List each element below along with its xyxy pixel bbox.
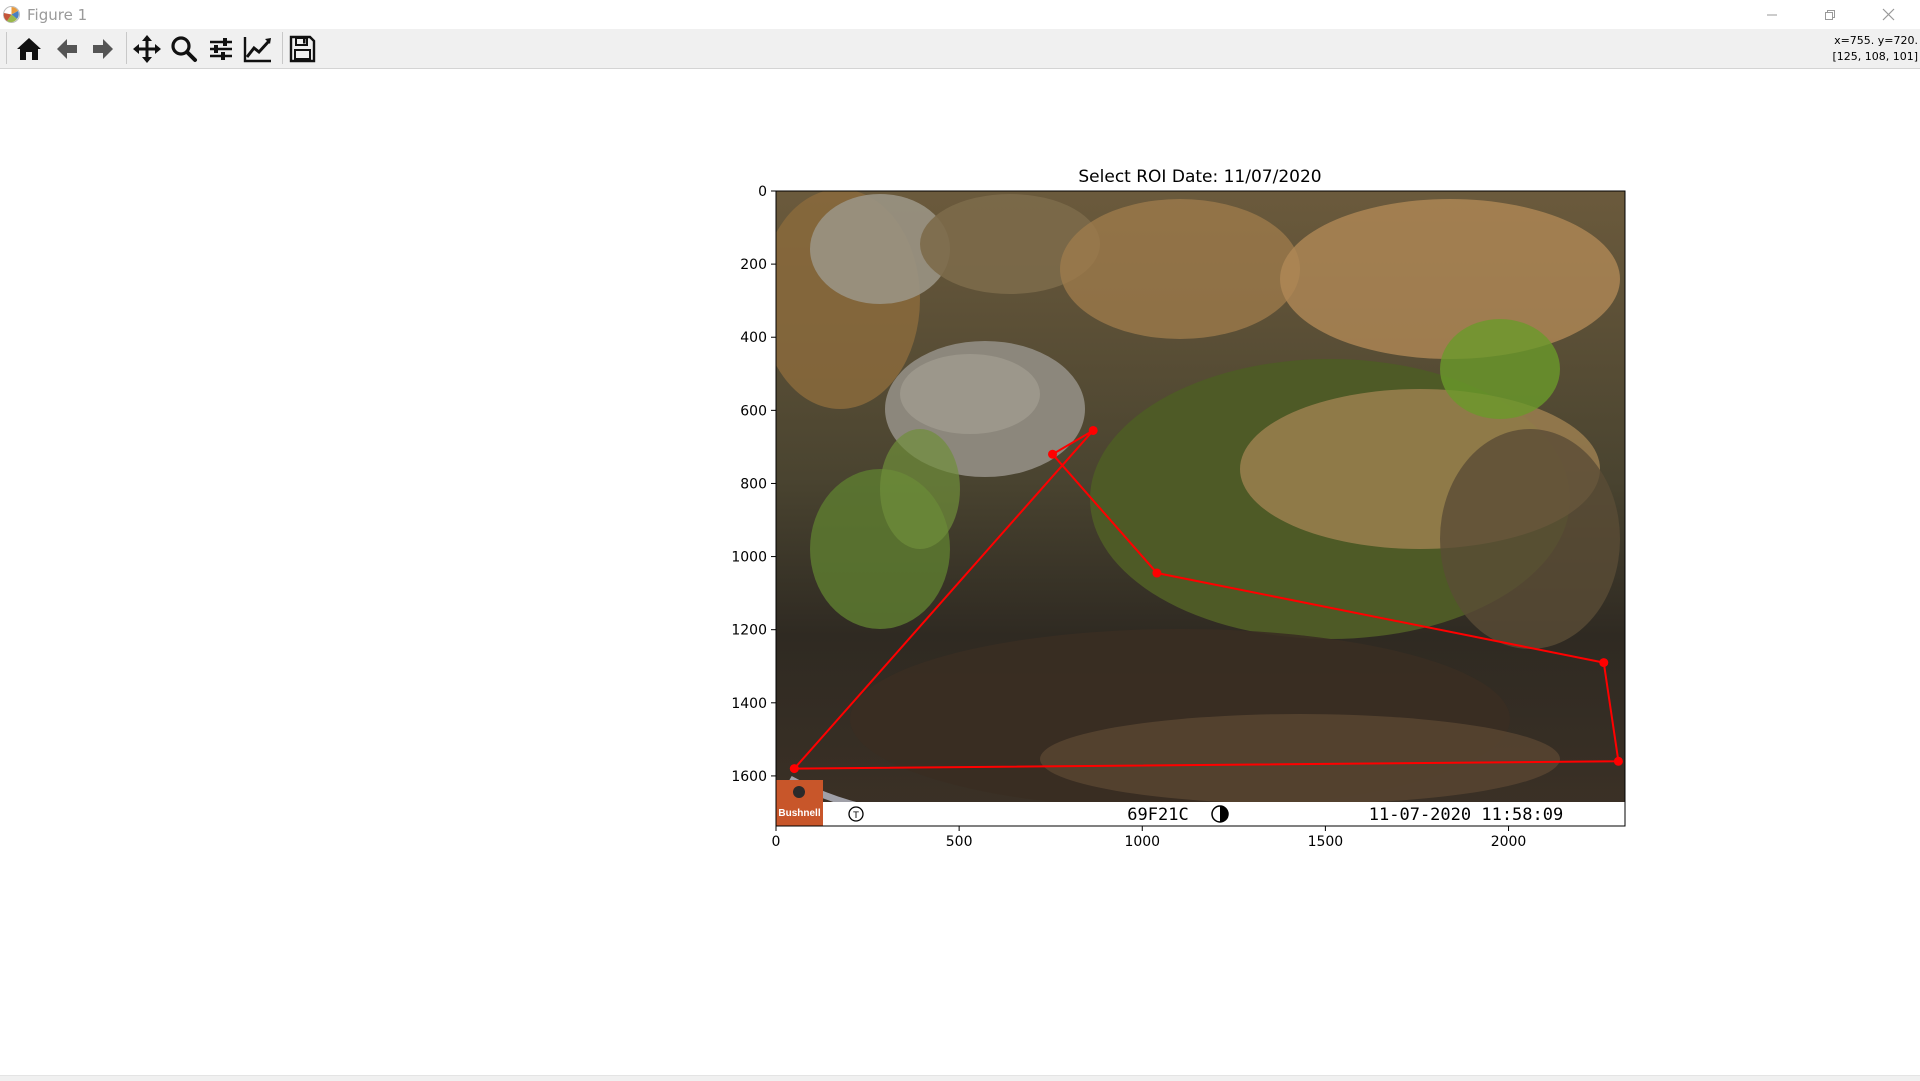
y-tick-label: 800 xyxy=(740,476,767,492)
cursor-position: x=755. y=720. xyxy=(1834,34,1918,47)
plot-area[interactable]: Select ROI Date: 11/07/2020 Bushnell T 6… xyxy=(0,69,1920,1075)
x-tick-label: 1500 xyxy=(1308,834,1344,850)
floppy-disk-icon xyxy=(289,35,316,62)
x-tick-label: 0 xyxy=(772,834,781,850)
pan-button[interactable] xyxy=(131,33,163,64)
plot-title: Select ROI Date: 11/07/2020 xyxy=(1078,167,1321,187)
move-icon xyxy=(133,34,161,63)
cursor-coordinates-readout: x=755. y=720. [125, 108, 101] xyxy=(1832,33,1918,65)
minimize-button[interactable] xyxy=(1743,0,1801,29)
edit-axes-button[interactable] xyxy=(242,33,274,64)
close-button[interactable] xyxy=(1859,0,1917,29)
y-axis: 0 200 400 600 800 1000 1200 1400 1600 xyxy=(731,184,776,785)
subplots-button[interactable] xyxy=(205,33,237,64)
y-tick-label: 0 xyxy=(758,184,767,200)
title-bar: Figure 1 xyxy=(0,0,1920,29)
toolbar-grip xyxy=(6,32,7,64)
navigation-toolbar: x=755. y=720. [125, 108, 101] xyxy=(0,29,1920,69)
camera-datetime: 11-07-2020 11:58:09 xyxy=(1369,805,1563,825)
arrow-left-icon xyxy=(57,38,77,59)
camera-id: 69F21C xyxy=(1127,805,1188,825)
roi-vertex-point[interactable] xyxy=(1152,568,1162,578)
trail-camera-image: Bushnell T 69F21C 11-07-2020 11:58:09 xyxy=(776,191,1625,826)
forward-button[interactable] xyxy=(87,33,119,64)
home-icon xyxy=(17,37,41,60)
figure-canvas[interactable]: Select ROI Date: 11/07/2020 Bushnell T 6… xyxy=(0,69,1920,1075)
zoom-button[interactable] xyxy=(168,33,200,64)
restore-icon xyxy=(1825,9,1835,20)
status-bar xyxy=(0,1075,1920,1081)
close-icon xyxy=(1882,8,1894,21)
y-tick-label: 1600 xyxy=(731,769,767,785)
arrow-right-icon xyxy=(93,38,113,59)
magnifier-icon xyxy=(171,35,197,62)
y-tick-label: 1400 xyxy=(731,696,767,712)
x-axis: 0 500 1000 1500 2000 xyxy=(772,826,1527,850)
save-button[interactable] xyxy=(286,33,318,64)
x-tick-label: 2000 xyxy=(1491,834,1527,850)
y-tick-label: 1000 xyxy=(731,550,767,566)
x-tick-label: 500 xyxy=(946,834,973,850)
y-tick-label: 1200 xyxy=(731,623,767,639)
roi-vertex-point[interactable] xyxy=(1048,449,1058,459)
restore-button[interactable] xyxy=(1801,0,1859,29)
home-button[interactable] xyxy=(13,33,45,64)
roi-vertex-point[interactable] xyxy=(1599,658,1609,668)
matplotlib-logo-icon xyxy=(3,6,20,23)
sliders-icon xyxy=(210,37,232,60)
window-title: Figure 1 xyxy=(27,6,88,24)
svg-text:T: T xyxy=(852,811,859,821)
toolbar-separator xyxy=(282,32,283,64)
brand-label: Bushnell xyxy=(778,808,820,819)
back-button[interactable] xyxy=(51,33,83,64)
toolbar-separator xyxy=(126,32,127,64)
y-tick-label: 400 xyxy=(740,330,767,346)
x-tick-label: 1000 xyxy=(1124,834,1160,850)
line-chart-icon xyxy=(243,36,271,62)
roi-vertex-point[interactable] xyxy=(1088,425,1098,435)
pixel-value: [125, 108, 101] xyxy=(1832,50,1918,63)
y-tick-label: 200 xyxy=(740,257,767,273)
minimize-icon xyxy=(1767,14,1777,15)
roi-vertex-point[interactable] xyxy=(1613,756,1623,766)
y-tick-label: 600 xyxy=(740,403,767,419)
roi-vertex-point[interactable] xyxy=(789,764,799,774)
